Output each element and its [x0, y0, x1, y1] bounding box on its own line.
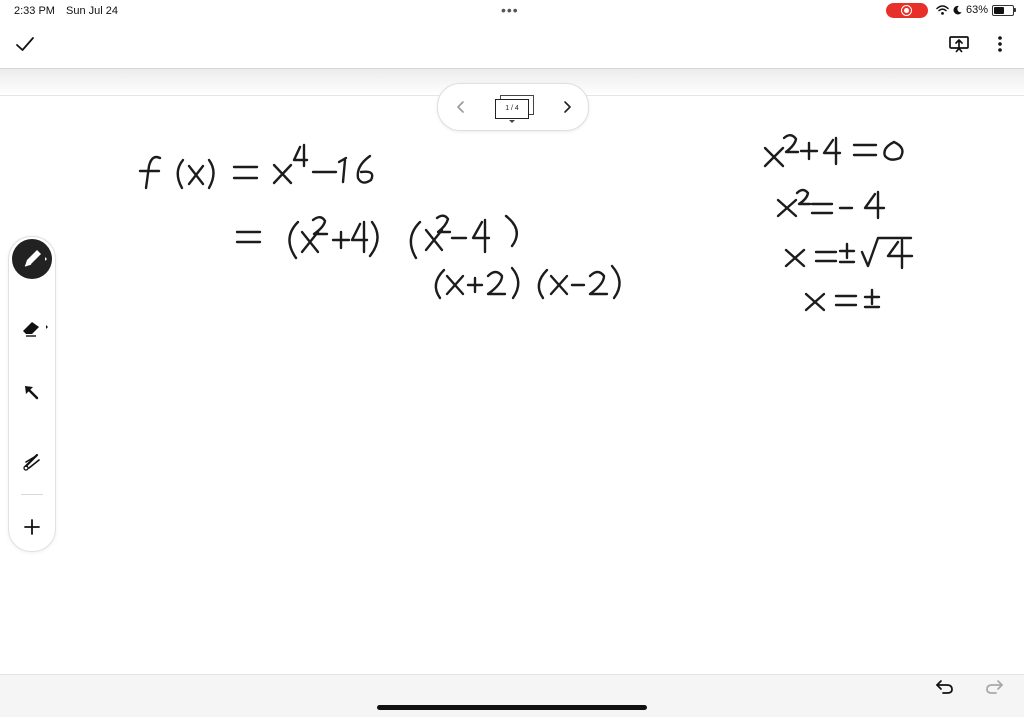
- done-button[interactable]: [14, 33, 36, 55]
- add-button[interactable]: [12, 507, 52, 547]
- laser-pointer-icon: [23, 453, 40, 471]
- pages-overview-button[interactable]: 1 / 4: [494, 95, 534, 123]
- battery-icon: [992, 4, 1017, 16]
- page-number-label: 1 / 4: [495, 99, 529, 119]
- more-icon: [998, 36, 1002, 52]
- next-page-button[interactable]: [558, 97, 576, 117]
- present-button[interactable]: [948, 33, 970, 55]
- redo-button[interactable]: [983, 676, 1005, 696]
- equation-line-2: [235, 214, 518, 260]
- pen-tool-button[interactable]: [12, 239, 52, 279]
- equation-right-1: [763, 134, 904, 168]
- equation-right-2: [776, 188, 886, 220]
- undo-icon: [936, 680, 953, 694]
- checkmark-icon: [16, 37, 34, 51]
- equation-line-3: [434, 264, 621, 300]
- equation-right-3: [784, 236, 914, 270]
- wifi-icon: [936, 5, 949, 15]
- previous-page-button[interactable]: [452, 97, 470, 117]
- laser-tool-button[interactable]: [12, 441, 52, 481]
- chevron-right-icon: [564, 101, 571, 113]
- eraser-tool-button[interactable]: [12, 307, 52, 347]
- status-bar: 2:33 PM Sun Jul 24 ••• 63%: [0, 0, 1024, 22]
- more-options-button[interactable]: [990, 33, 1010, 55]
- bottom-bar: [0, 674, 1024, 717]
- palette-divider: [21, 494, 43, 495]
- whiteboard-canvas[interactable]: [0, 94, 1024, 674]
- pen-icon: [24, 250, 47, 267]
- tool-palette: [8, 236, 56, 552]
- select-tool-button[interactable]: [12, 373, 52, 413]
- plus-icon: [24, 519, 40, 535]
- top-toolbar: [0, 22, 1024, 68]
- home-indicator[interactable]: [377, 705, 647, 710]
- battery-percent: 63%: [966, 4, 989, 16]
- screen-record-icon[interactable]: [886, 3, 928, 18]
- moon-icon: [953, 5, 962, 15]
- status-right: 63%: [936, 4, 1017, 16]
- equation-line-1: [138, 143, 374, 190]
- page-navigator: 1 / 4: [437, 83, 589, 131]
- chevron-left-icon: [457, 101, 464, 113]
- redo-icon: [986, 680, 1003, 694]
- caret-down-icon: [509, 120, 515, 123]
- multitasking-dots-icon[interactable]: •••: [501, 3, 519, 17]
- equation-right-4: [804, 288, 881, 312]
- status-time: 2:33 PM: [14, 5, 55, 17]
- arrow-select-icon: [25, 386, 39, 400]
- present-icon: [949, 36, 969, 53]
- status-time-date: 2:33 PM Sun Jul 24: [14, 5, 126, 17]
- status-date: Sun Jul 24: [66, 5, 119, 17]
- undo-button[interactable]: [934, 676, 956, 696]
- handwriting-strokes: [138, 134, 914, 312]
- eraser-icon: [23, 322, 48, 337]
